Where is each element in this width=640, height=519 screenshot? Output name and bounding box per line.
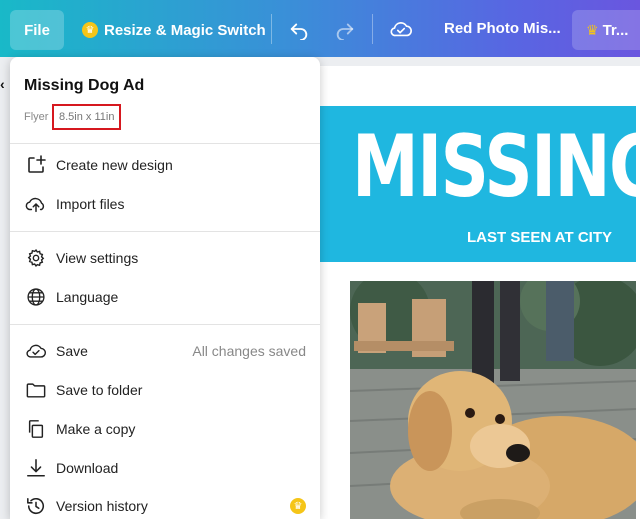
menu-item-save[interactable]: Save All changes saved [24, 338, 306, 364]
menu-item-language[interactable]: Language [24, 284, 306, 310]
file-menu-button[interactable]: File [10, 10, 64, 50]
top-toolbar: File ♛ Resize & Magic Switch Red Photo M… [0, 0, 640, 57]
gear-icon [24, 246, 48, 270]
plus-square-icon [24, 153, 48, 177]
crown-icon: ♛ [82, 22, 98, 38]
menu-separator [10, 324, 320, 325]
toolbar-divider [372, 14, 373, 44]
cloud-check-icon[interactable] [388, 16, 414, 42]
side-panel-stub: ‹ [0, 76, 5, 92]
design-size-label: 8.5in x 11in [52, 104, 122, 130]
menu-item-create-new-design[interactable]: Create new design [24, 152, 306, 178]
menu-item-label: Download [56, 460, 119, 476]
crown-icon: ♛ [586, 21, 599, 38]
menu-item-label: Version history [56, 498, 148, 514]
menu-item-save-to-folder[interactable]: Save to folder [24, 377, 306, 403]
save-status-text: All changes saved [192, 343, 306, 359]
design-type-label: Flyer [24, 111, 49, 123]
menu-item-label: Import files [56, 196, 125, 212]
undo-icon[interactable] [286, 16, 312, 42]
subheadline-text[interactable]: LAST SEEN AT CITY [467, 229, 612, 246]
crown-icon: ♛ [290, 498, 306, 514]
resize-magic-switch-button[interactable]: ♛ Resize & Magic Switch [82, 10, 266, 50]
resize-label: Resize & Magic Switch [104, 21, 266, 39]
cloud-check-icon [24, 339, 48, 363]
copy-icon [24, 417, 48, 441]
menu-item-download[interactable]: Download [24, 455, 306, 481]
try-pro-button[interactable]: ♛ Tr... [572, 10, 640, 50]
menu-item-version-history[interactable]: Version history ♛ [24, 493, 306, 519]
globe-icon [24, 285, 48, 309]
redo-icon[interactable] [332, 16, 358, 42]
toolbar-divider [271, 14, 272, 44]
menu-separator [10, 231, 320, 232]
menu-item-import-files[interactable]: Import files [24, 191, 306, 217]
menu-item-label: Language [56, 289, 119, 305]
menu-separator [10, 143, 320, 144]
menu-item-label: Save to folder [56, 382, 143, 398]
history-icon [24, 494, 48, 518]
menu-item-label: Create new design [56, 157, 173, 173]
cloud-upload-icon [24, 192, 48, 216]
design-title[interactable]: Red Photo Mis... [444, 20, 561, 37]
folder-icon [24, 378, 48, 402]
try-label: Tr... [602, 21, 629, 39]
dog-photo[interactable] [350, 281, 636, 519]
menu-item-make-a-copy[interactable]: Make a copy [24, 416, 306, 442]
menu-item-label: Make a copy [56, 421, 136, 437]
file-dropdown-menu: Missing Dog Ad Flyer 8.5in x 11in Create… [10, 57, 320, 519]
headline-text[interactable]: MISSING [352, 124, 640, 210]
download-icon [24, 456, 48, 480]
menu-item-view-settings[interactable]: View settings [24, 245, 306, 271]
menu-item-label: Save [56, 343, 88, 359]
menu-design-name[interactable]: Missing Dog Ad [24, 77, 144, 95]
menu-item-label: View settings [56, 250, 139, 266]
